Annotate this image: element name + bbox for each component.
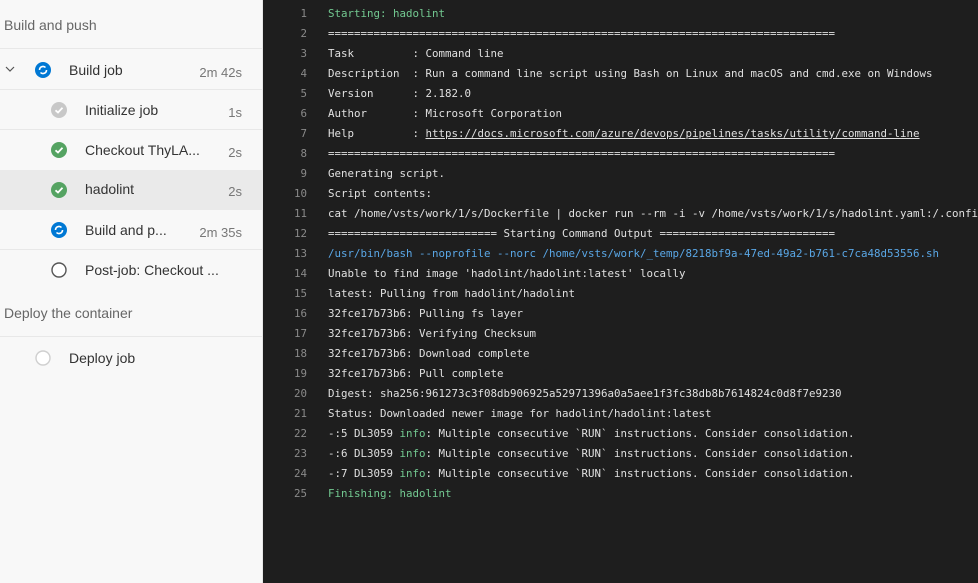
step-label: Checkout ThyLA... xyxy=(85,142,200,158)
log-line: 1 Starting: hadolint xyxy=(300,7,446,20)
log-line: 11 cat /home/vsts/work/1/s/Dockerfile | d… xyxy=(293,207,978,220)
step-duration: 1s xyxy=(228,105,242,120)
log-line: 24 -:7 DL3059 info: Multiple consecutive … xyxy=(293,467,855,480)
log-line: 6 Author : Microsoft Corporation xyxy=(300,107,563,120)
running-status-icon xyxy=(51,222,67,238)
job-duration: 2m 42s xyxy=(199,65,242,80)
log-line: 18 32fce17b73b6: Download complete xyxy=(293,347,530,360)
log-line: 21 Status: Downloaded newer image for had… xyxy=(293,407,712,420)
log-line: 14 Unable to find image 'hadolint/hadolin… xyxy=(293,267,686,280)
log-line: 2 =======================================… xyxy=(300,27,836,40)
step-label: Post-job: Checkout ... xyxy=(85,262,219,278)
job-build-job[interactable]: Build job 2m 42s xyxy=(0,51,262,90)
stage-title-deploy-the-container: Deploy the container xyxy=(4,305,133,321)
log-line: 5 Version : 2.182.0 xyxy=(300,87,472,100)
log-line: 3 Task : Command line xyxy=(300,47,504,60)
chevron-down-icon[interactable] xyxy=(4,63,16,75)
job-deploy-job[interactable]: Deploy job xyxy=(0,339,262,378)
check-circle-icon xyxy=(51,142,67,158)
step-hadolint[interactable]: hadolint 2s xyxy=(0,170,262,210)
check-circle-icon xyxy=(51,182,67,198)
log-line: 9 Generating script. xyxy=(300,167,446,180)
step-label: Initialize job xyxy=(85,102,159,118)
log-line: 15 latest: Pulling from hadolint/hadolint xyxy=(293,287,576,300)
log-line: 19 32fce17b73b6: Pull complete xyxy=(293,367,504,380)
step-label: Build and p... xyxy=(85,222,167,238)
log-line: 16 32fce17b73b6: Pulling fs layer xyxy=(293,307,524,320)
check-circle-icon xyxy=(51,102,67,118)
divider xyxy=(0,249,262,250)
not-started-circle-icon xyxy=(35,350,51,366)
divider xyxy=(0,129,262,130)
log-line: 22 -:5 DL3059 info: Multiple consecutive … xyxy=(293,427,855,440)
job-label: Build job xyxy=(69,62,123,78)
step-build-and-push[interactable]: Build and p... 2m 35s xyxy=(0,211,262,250)
log-line: 25 Finishing: hadolint xyxy=(293,487,452,500)
log-output-panel[interactable]: 1 Starting: hadolint 2 ===================… xyxy=(263,0,978,583)
log-line: 17 32fce17b73b6: Verifying Checksum xyxy=(293,327,537,340)
log-line: 10 Script contents: xyxy=(293,187,433,200)
step-duration: 2s xyxy=(228,145,242,160)
pipeline-sidebar: Build and push Build job 2m 42s Initiali… xyxy=(0,0,263,583)
job-label: Deploy job xyxy=(69,350,136,366)
log-line: 4 Description : Run a command line script… xyxy=(300,67,933,80)
stage-title-build-and-push: Build and push xyxy=(4,17,97,33)
divider xyxy=(0,89,262,90)
log-line: 23 -:6 DL3059 info: Multiple consecutive … xyxy=(293,447,855,460)
step-label: hadolint xyxy=(85,181,135,197)
divider xyxy=(0,336,262,337)
log-line: 7 Help : https://docs.microsoft.com/azure… xyxy=(300,127,920,140)
log-line: 8 =======================================… xyxy=(300,147,836,160)
step-post-job-checkout[interactable]: Post-job: Checkout ... xyxy=(0,251,262,290)
log-line: 13/usr/bin/bash --noprofile --norc /home… xyxy=(293,247,940,260)
step-duration: 2s xyxy=(228,184,242,199)
log-line: 12 ========================== Starting Co… xyxy=(293,227,836,240)
log-line: 20 Digest: sha256:961273c3f08db906925a529… xyxy=(293,387,842,400)
step-checkout[interactable]: Checkout ThyLA... 2s xyxy=(0,131,262,170)
pending-circle-icon xyxy=(51,262,67,278)
step-initialize-job[interactable]: Initialize job 1s xyxy=(0,91,262,130)
step-duration: 2m 35s xyxy=(199,225,242,240)
divider xyxy=(0,48,262,49)
help-link[interactable]: https://docs.microsoft.com/azure/devops/… xyxy=(426,127,920,140)
running-status-icon xyxy=(35,62,51,78)
